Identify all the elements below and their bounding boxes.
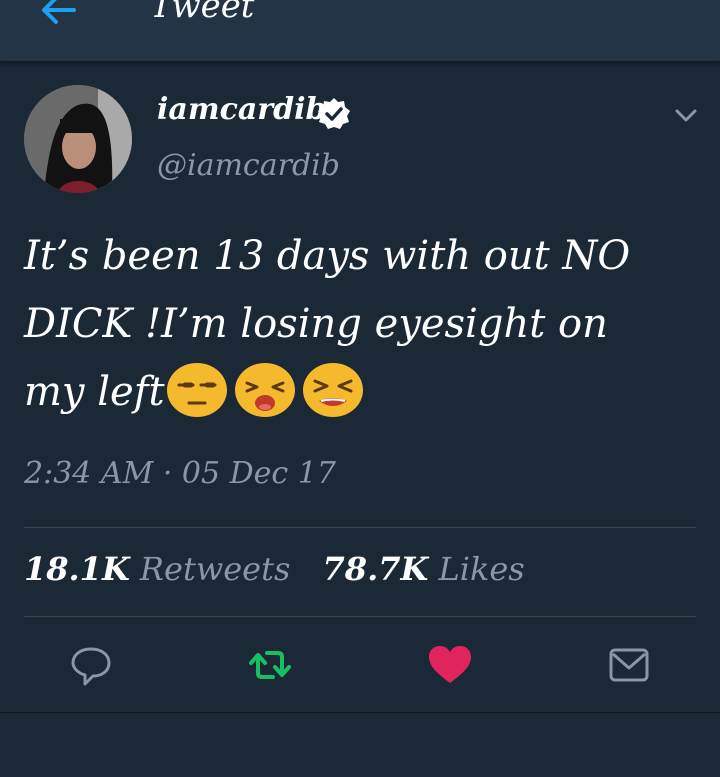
page-title: Tweet (150, 0, 255, 26)
direct-message-button[interactable] (604, 640, 654, 690)
retweets-stat[interactable]: 18.1K Retweets (24, 550, 312, 588)
tweet-text-line-2: DICK !I’m losing eyesight on (24, 301, 608, 347)
tweet-timestamp[interactable]: 2:34 AM · 05 Dec 17 (24, 456, 336, 491)
likes-stat[interactable]: 78.7K Likes (323, 550, 547, 588)
tweet-text-line-1: It’s been 13 days with out NO (24, 233, 631, 279)
mail-icon (609, 648, 649, 682)
author-handle[interactable]: @iamcardib (157, 148, 340, 183)
tweet-text: It’s been 13 days with out NO DICK !I’m … (24, 222, 694, 440)
retweet-button[interactable] (245, 640, 295, 690)
tired-face-icon (234, 363, 295, 417)
avatar[interactable] (24, 85, 132, 193)
tweet-text-line-3: my left (24, 358, 694, 440)
retweets-label: Retweets (139, 550, 291, 588)
retweet-icon (249, 651, 291, 679)
top-bar: Tweet (0, 0, 720, 62)
more-options-button[interactable] (672, 103, 700, 127)
back-button[interactable] (36, 0, 80, 28)
divider-bottom (24, 616, 696, 617)
chevron-down-icon (675, 109, 697, 122)
author-name[interactable]: iamcardib (157, 92, 326, 127)
bottom-border (0, 712, 720, 713)
like-button[interactable] (425, 640, 475, 690)
emoji-row (165, 361, 369, 440)
back-arrow-icon (42, 0, 76, 24)
reply-button[interactable] (66, 640, 116, 690)
retweets-count: 18.1K (24, 550, 130, 588)
likes-label: Likes (438, 550, 525, 588)
tweet-stats: 18.1K Retweets 78.7K Likes (24, 550, 547, 588)
likes-count: 78.7K (322, 550, 429, 588)
verified-badge-icon (316, 96, 352, 132)
persevering-face-icon (302, 363, 363, 417)
divider-top (24, 527, 696, 528)
avatar-photo (24, 85, 132, 193)
reply-icon (71, 647, 111, 686)
tweet-text-line-3-text: my left (24, 369, 165, 415)
heart-icon (429, 646, 471, 683)
unamused-face-icon (166, 363, 227, 417)
